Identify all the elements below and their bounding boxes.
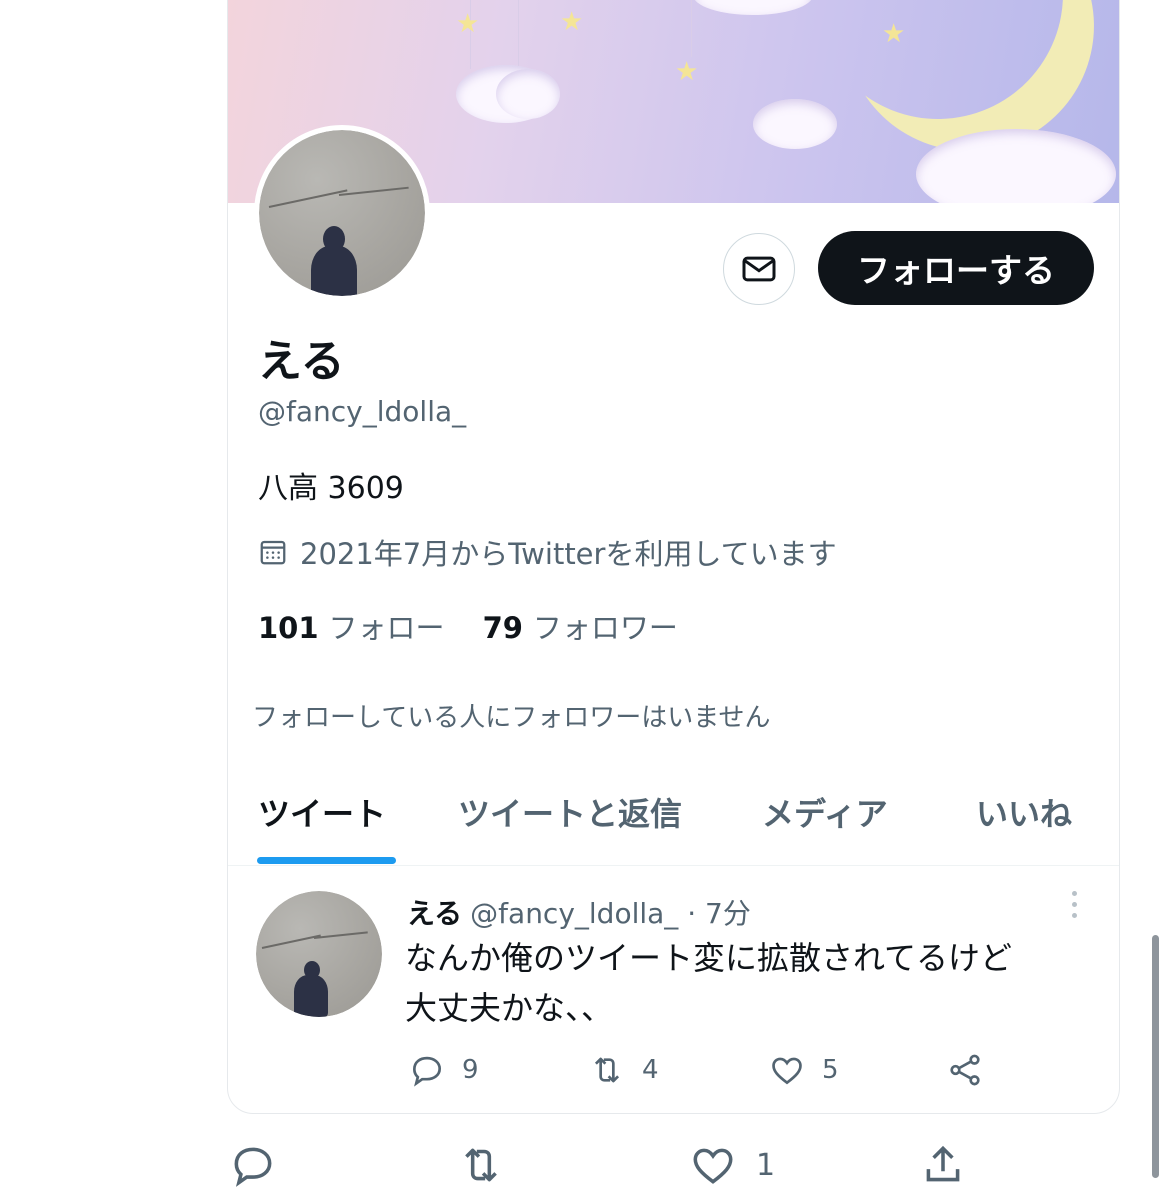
- cloud-decoration: [916, 129, 1116, 203]
- tweet-author-name[interactable]: える: [407, 897, 462, 930]
- reply-count: 9: [462, 1055, 479, 1085]
- tab-media[interactable]: メディア: [762, 789, 888, 835]
- followers-label: フォロワー: [532, 611, 678, 645]
- tweet-actions: 9 4 5: [408, 1051, 1108, 1091]
- cloud-decoration: [496, 69, 560, 119]
- like-icon: [772, 1057, 802, 1085]
- cloud-decoration: [753, 99, 837, 149]
- mutual-followers-notice: フォローしている人にフォロワーはいません: [252, 703, 771, 733]
- star-decoration: ★: [675, 57, 699, 87]
- profile-handle: @fancy_ldolla_: [258, 395, 467, 428]
- profile-bio: 八高 3609: [258, 471, 404, 506]
- profile-tabs: ツイート ツイートと返信 メディア いいね: [228, 789, 1119, 866]
- tab-tweets-replies[interactable]: ツイートと返信: [458, 789, 682, 835]
- tweet-text-line: なんか俺のツイート変に拡散されてるけど: [405, 939, 1013, 977]
- outer-reply-button[interactable]: [228, 1140, 278, 1190]
- banner-decoration: [691, 0, 692, 57]
- like-icon: [693, 1148, 733, 1184]
- cloud-decoration: [693, 0, 813, 15]
- active-tab-indicator: [257, 857, 396, 864]
- tweet-avatar[interactable]: [256, 891, 382, 1017]
- joined-text: 2021年7月からTwitterを利用しています: [300, 537, 837, 571]
- share-button[interactable]: [946, 1051, 984, 1089]
- following-label: フォロー: [328, 611, 445, 645]
- scrollbar[interactable]: [1152, 935, 1159, 1178]
- reply-icon: [412, 1056, 442, 1087]
- tweet-handle-time: @fancy_ldolla_ · 7分: [470, 897, 751, 930]
- share-icon: [950, 1054, 980, 1086]
- more-icon[interactable]: [1064, 891, 1084, 927]
- joined-date: 2021年7月からTwitterを利用しています: [258, 531, 837, 573]
- retweet-count: 4: [642, 1055, 659, 1085]
- like-button[interactable]: 5: [768, 1051, 839, 1089]
- following-count: 101: [258, 611, 319, 645]
- star-decoration: ★: [882, 19, 906, 49]
- outer-share-button[interactable]: [918, 1140, 968, 1190]
- outer-like-button[interactable]: 1: [688, 1140, 775, 1190]
- star-decoration: ★: [560, 7, 584, 37]
- like-count: 5: [822, 1055, 839, 1085]
- reply-button[interactable]: 9: [408, 1051, 479, 1089]
- follow-button[interactable]: フォローする: [818, 231, 1094, 305]
- tweet-text-line: 大丈夫かな、、: [405, 989, 614, 1027]
- moon-decoration: [793, 0, 1083, 139]
- profile-display-name: える: [258, 336, 345, 387]
- tweet-header: える @fancy_ldolla_ · 7分: [407, 892, 751, 932]
- tab-likes[interactable]: いいね: [976, 789, 1072, 835]
- followers-count: 79: [482, 611, 523, 645]
- outer-like-count: 1: [756, 1147, 776, 1183]
- follow-stats: 101 フォロー 79 フォロワー: [258, 605, 678, 647]
- reply-icon: [234, 1147, 272, 1187]
- mail-icon: [742, 256, 776, 282]
- profile-avatar[interactable]: [254, 125, 430, 301]
- retweet-icon: [594, 1057, 620, 1083]
- tab-tweets[interactable]: ツイート: [258, 789, 386, 835]
- tweet-text: なんか俺のツイート変に拡散されてるけど 大丈夫かな、、: [405, 933, 1095, 1033]
- retweet-button[interactable]: 4: [588, 1051, 659, 1089]
- message-button[interactable]: [723, 233, 795, 305]
- profile-card: ★ ★ ★ ★ フォローする える @fancy_ldolla_ 八高 3609…: [227, 0, 1120, 1114]
- outer-tweet-actions: 1: [0, 1140, 1170, 1187]
- outer-retweet-button[interactable]: [456, 1140, 506, 1190]
- retweet-icon: [465, 1148, 497, 1182]
- star-decoration: ★: [456, 9, 480, 39]
- following-link[interactable]: 101 フォロー: [258, 605, 445, 647]
- followers-link[interactable]: 79 フォロワー: [483, 605, 678, 647]
- share-icon: [926, 1145, 960, 1182]
- calendar-icon: [260, 540, 286, 565]
